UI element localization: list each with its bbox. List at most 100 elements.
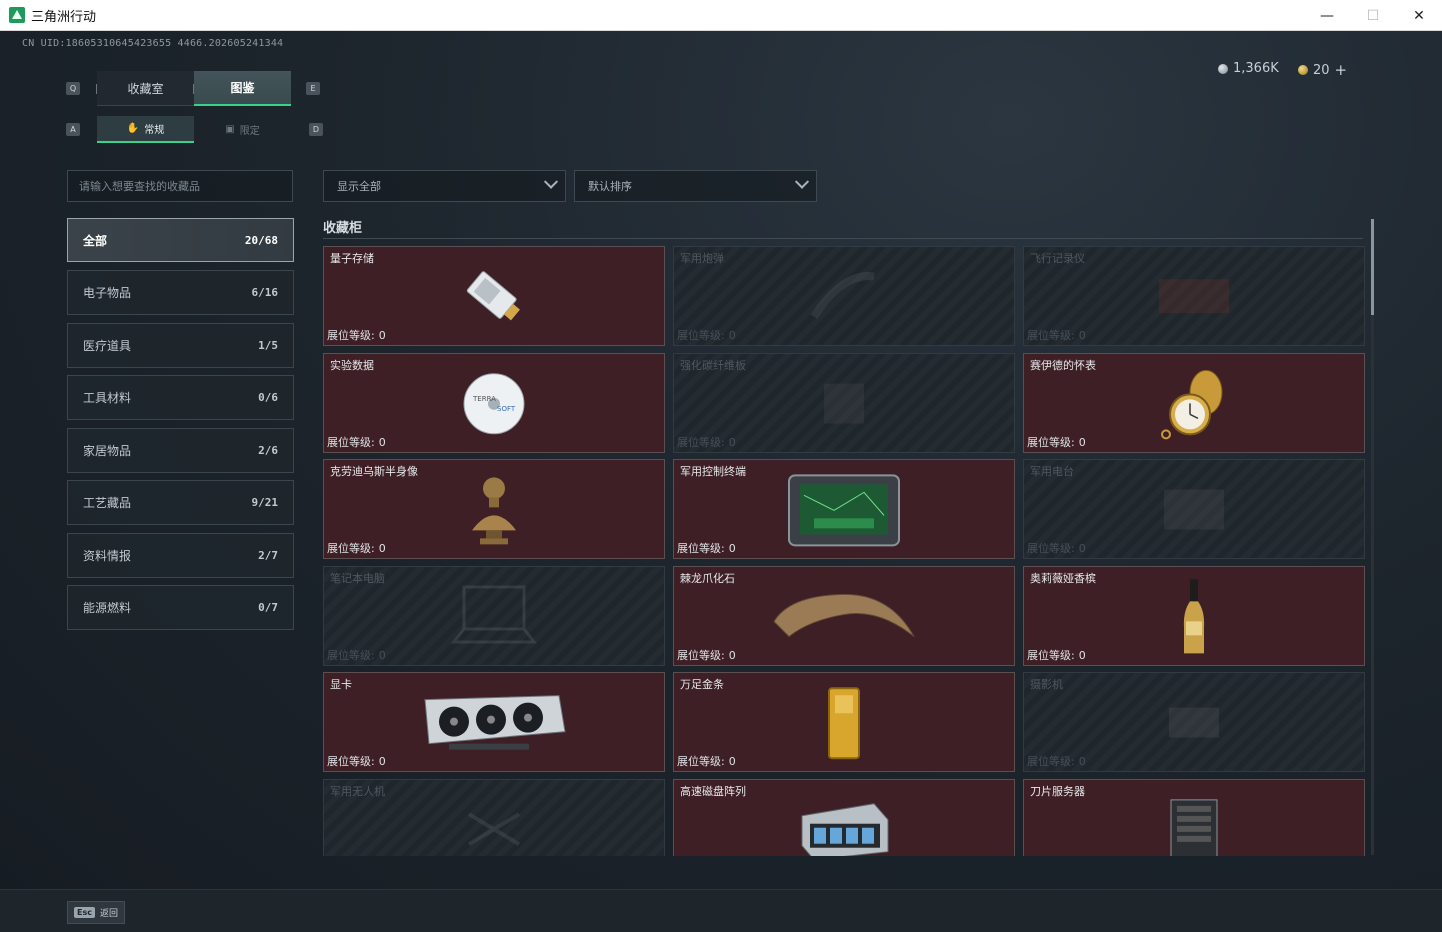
category-item[interactable]: 能源燃料 0/7 <box>67 585 294 630</box>
collection-card[interactable]: 棘龙爪化石 展位等级: 0 <box>673 566 1015 666</box>
card-level-value: 0 <box>1078 649 1086 662</box>
gold-coin-icon <box>1298 65 1308 75</box>
card-level-label: 展位等级: <box>327 542 375 555</box>
card-level-label: 展位等级: <box>677 436 725 449</box>
collection-card[interactable]: 军用控制终端 展位等级: 0 <box>673 459 1015 559</box>
chevron-down-icon <box>794 174 810 189</box>
silver-currency: 1,366K <box>1218 61 1279 76</box>
game-screen: CN UID:18605310645423655 4466.2026052413… <box>0 31 1442 932</box>
category-item[interactable]: 全部 20/68 <box>67 218 294 262</box>
card-level-value: 0 <box>1078 436 1086 449</box>
collection-card[interactable]: 刀片服务器展位等级:0 <box>1023 779 1365 856</box>
category-label: 家居物品 <box>83 444 132 458</box>
category-item[interactable]: 医疗道具 1/5 <box>67 323 294 368</box>
gold-bar-icon <box>824 685 864 765</box>
collection-card[interactable]: 军用炮弹展位等级: 0 <box>673 246 1015 346</box>
collection-card[interactable]: 军用电台 展位等级: 0 <box>1023 459 1365 559</box>
collection-card[interactable]: 显卡 展位等级: 0 <box>323 672 665 772</box>
svg-text:TERRA: TERRA <box>472 395 496 403</box>
category-item[interactable]: 家居物品 2/6 <box>67 428 294 473</box>
category-count: 0/6 <box>258 391 278 404</box>
back-button[interactable]: Esc 返回 <box>67 901 125 924</box>
card-name: 显卡 <box>330 678 352 691</box>
disc-icon: TERRA SOFT <box>461 371 527 441</box>
card-name: 笔记本电脑 <box>330 572 385 585</box>
card-level-label: 展位等级: <box>327 329 375 342</box>
collection-card[interactable]: 高速磁盘阵列展位等级:0 <box>673 779 1015 856</box>
category-item[interactable]: 电子物品 6/16 <box>67 270 294 315</box>
silver-coin-icon <box>1218 63 1228 74</box>
category-label: 工艺藏品 <box>83 496 132 510</box>
card-level-value: 0 <box>728 436 736 449</box>
collection-card[interactable]: 量子存储 展位等级: 0 <box>323 246 665 346</box>
tab-collection-room[interactable]: 收藏室 <box>97 71 194 106</box>
scrollbar-thumb[interactable] <box>1371 219 1374 315</box>
card-name: 飞行记录仪 <box>1030 252 1085 265</box>
subtab-limited[interactable]: ▣ 限定 <box>194 116 291 143</box>
chevron-down-icon <box>543 174 559 189</box>
card-level: 展位等级: 0 <box>677 327 736 343</box>
category-count: 0/7 <box>258 601 278 614</box>
collection-card[interactable]: 赛伊德的怀表 展位等级: 0 <box>1023 353 1365 453</box>
collection-card[interactable]: 飞行记录仪展位等级: 0 <box>1023 246 1365 346</box>
card-level-label: 展位等级: <box>327 755 375 768</box>
category-label: 资料情报 <box>83 549 132 563</box>
card-level: 展位等级: 0 <box>327 327 386 343</box>
collection-card[interactable]: 奥莉薇娅香槟 展位等级: 0 <box>1023 566 1365 666</box>
subtab-regular-label: 常规 <box>144 125 165 136</box>
card-level-label: 展位等级: <box>1027 329 1075 342</box>
user-uid: CN UID:18605310645423655 4466.2026052413… <box>22 38 284 49</box>
usb-drive-icon <box>459 262 529 336</box>
gold-amount: 20 <box>1313 62 1330 78</box>
card-level: 展位等级: 0 <box>1027 434 1086 450</box>
card-name: 万足金条 <box>680 678 724 691</box>
category-count: 6/16 <box>251 286 279 299</box>
collection-card[interactable]: 笔记本电脑 展位等级: 0 <box>323 566 665 666</box>
show-filter-dropdown[interactable]: 显示全部 <box>323 170 566 202</box>
minimize-button[interactable]: — <box>1304 0 1350 31</box>
card-level-label: 展位等级: <box>1027 649 1075 662</box>
footer-bar: Esc 返回 <box>0 889 1442 932</box>
card-level-label: 展位等级: <box>1027 542 1075 555</box>
card-level-value: 0 <box>1078 755 1086 768</box>
card-level-label: 展位等级: <box>327 436 375 449</box>
category-count: 9/21 <box>251 496 279 509</box>
drone-icon <box>459 804 529 856</box>
collection-card[interactable]: 军用无人机展位等级:0 <box>323 779 665 856</box>
card-level-value: 0 <box>1078 329 1086 342</box>
laptop-icon <box>449 582 539 656</box>
back-label: 返回 <box>99 909 118 919</box>
subtab-limited-label: 限定 <box>239 126 260 137</box>
collection-card[interactable]: 强化碳纤维板 展位等级: 0 <box>673 353 1015 453</box>
card-name: 军用控制终端 <box>680 465 746 478</box>
close-button[interactable]: ✕ <box>1396 0 1442 31</box>
search-input[interactable] <box>67 170 293 202</box>
maximize-button[interactable]: ☐ <box>1350 0 1396 31</box>
collection-card[interactable]: 克劳迪乌斯半身像 展位等级: 0 <box>323 459 665 559</box>
section-title: 收藏柜 <box>323 221 363 236</box>
card-name: 军用炮弹 <box>680 252 724 265</box>
card-level-label: 展位等级: <box>1027 755 1075 768</box>
category-item[interactable]: 资料情报 2/7 <box>67 533 294 578</box>
subtab-regular[interactable]: ✋ 常规 <box>97 116 194 143</box>
category-item[interactable]: 工具材料 0/6 <box>67 375 294 420</box>
tab-catalog[interactable]: 图鉴 <box>194 71 291 106</box>
key-hint-a: A <box>66 123 80 136</box>
gold-currency[interactable]: 20 + <box>1298 61 1347 79</box>
sort-dropdown[interactable]: 默认排序 <box>574 170 817 202</box>
add-currency-button[interactable]: + <box>1335 61 1348 79</box>
category-item[interactable]: 工艺藏品 9/21 <box>67 480 294 525</box>
category-count: 1/5 <box>258 339 278 352</box>
collection-card[interactable]: 万足金条展位等级: 0 <box>673 672 1015 772</box>
card-level: 展位等级: 0 <box>677 753 736 769</box>
bust-icon <box>464 470 524 554</box>
card-level-label: 展位等级: <box>677 649 725 662</box>
card-level-value: 0 <box>378 542 386 555</box>
champagne-icon <box>1179 577 1209 661</box>
card-name: 赛伊德的怀表 <box>1030 359 1096 372</box>
collection-card[interactable]: 摄影机 展位等级: 0 <box>1023 672 1365 772</box>
card-level-value: 0 <box>1078 542 1086 555</box>
card-name: 军用无人机 <box>330 785 385 798</box>
collection-card[interactable]: 实验数据 TERRA SOFT 展位等级: 0 <box>323 353 665 453</box>
card-level-value: 0 <box>728 649 736 662</box>
